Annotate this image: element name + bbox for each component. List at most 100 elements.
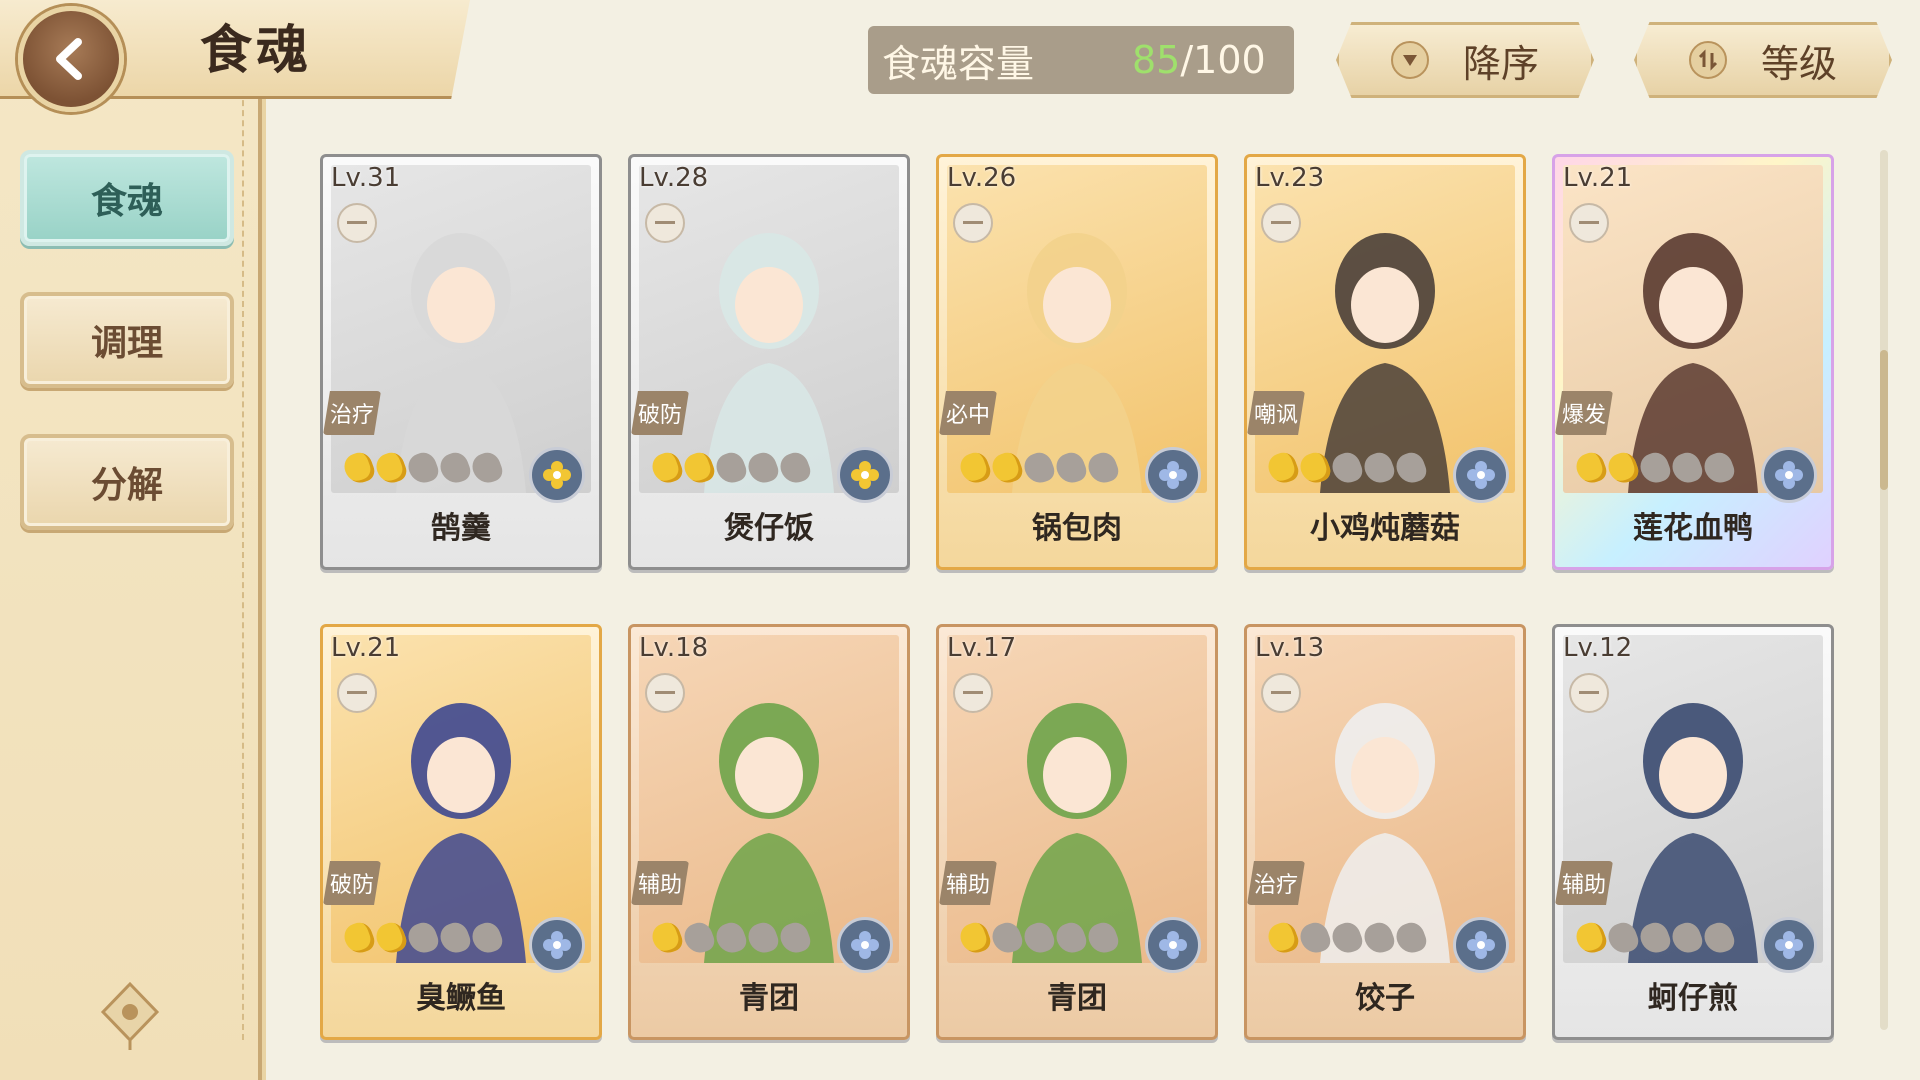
capacity-max: /100 [1180,38,1266,82]
food-soul-card[interactable]: Lv.26 必中 锅包肉 [936,154,1218,570]
character-figure [1012,703,1142,963]
food-soul-card[interactable]: Lv.21 爆发 莲花血鸭 [1552,154,1834,570]
food-soul-card[interactable]: Lv.23 嘲讽 小鸡炖蘑菇 [1244,154,1526,570]
flame-star-icon [988,449,1026,487]
character-figure [1628,703,1758,963]
character-figure [704,703,834,963]
role-badge: 辅助 [1555,861,1613,905]
flame-star-icon [1604,919,1642,957]
card-name: 蚵仔煎 [1648,981,1738,1016]
card-name: 煲仔饭 [724,511,814,546]
role-badge: 治疗 [323,391,381,435]
flame-star-icon [1360,919,1398,957]
back-arrow-icon [56,38,82,80]
flame-star-icon [340,919,378,957]
back-button[interactable] [18,6,124,112]
flame-star-icon [404,449,442,487]
sort-order-label: 降序 [1462,41,1539,86]
sidebar-item-cook[interactable]: 调理 [20,292,234,388]
food-soul-card[interactable]: Lv.28 破防 煲仔饭 [628,154,910,570]
flame-star-icon [988,919,1026,957]
star-rating [648,919,814,957]
card-level: Lv.26 [947,163,1017,193]
blue-flower-icon [837,917,893,973]
chevron-down-icon [1390,41,1429,79]
flame-star-icon [956,919,994,957]
blue-flower-icon [1453,917,1509,973]
scrollbar[interactable] [1880,150,1888,1030]
sort-by-label: 等级 [1760,41,1837,86]
sort-by-button[interactable]: 等级 [1634,22,1892,98]
blue-flower-icon [1453,447,1509,503]
lantern-ornament-icon [100,981,160,1050]
flame-star-icon [1296,919,1334,957]
star-rating [956,449,1122,487]
blue-flower-icon [1761,447,1817,503]
flame-star-icon [744,919,782,957]
sidebar-item-food-souls[interactable]: 食魂 [20,150,234,246]
flame-star-icon [1636,919,1674,957]
food-soul-card[interactable]: Lv.31 治疗 鹄羹 [320,154,602,570]
star-rating [1572,449,1738,487]
flame-star-icon [1668,449,1706,487]
flame-star-icon [1020,449,1058,487]
bowl-icon [645,673,685,713]
flame-star-icon [1636,449,1674,487]
card-level: Lv.17 [947,633,1017,663]
flame-star-icon [340,449,378,487]
food-soul-card[interactable]: Lv.18 辅助青团 [628,624,910,1040]
capacity-label: 食魂容量 [882,41,1035,86]
card-name: 青团 [1047,981,1107,1016]
flame-star-icon [1084,449,1122,487]
flame-star-icon [468,919,506,957]
card-name: 鹄羹 [431,511,491,546]
bowl-icon [645,203,685,243]
sidebar-item-decompose[interactable]: 分解 [20,434,234,530]
flame-star-icon [468,449,506,487]
flame-star-icon [1392,919,1430,957]
bowl-icon [1261,673,1301,713]
scroll-thumb[interactable] [1880,350,1888,490]
gold-flower-icon [529,447,585,503]
role-badge: 破防 [323,861,381,905]
character-figure [396,233,526,493]
sidebar-item-label: 调理 [90,322,163,364]
card-name: 小鸡炖蘑菇 [1310,511,1460,546]
food-soul-card[interactable]: Lv.17 辅助 青团 [936,624,1218,1040]
sort-order-button[interactable]: 降序 [1336,22,1594,98]
blue-flower-icon [1145,447,1201,503]
role-badge: 必中 [939,391,997,435]
role-badge: 治疗 [1247,861,1305,905]
flame-star-icon [680,919,718,957]
star-rating [1264,919,1430,957]
card-name: 臭鳜鱼 [416,981,506,1016]
flame-star-icon [1020,919,1058,957]
food-soul-card[interactable]: Lv.12 辅助 蚵仔煎 [1552,624,1834,1040]
role-badge: 辅助 [631,861,689,905]
blue-flower-icon [529,917,585,973]
flame-star-icon [1052,919,1090,957]
star-rating [340,449,506,487]
card-name: 青团 [739,981,799,1016]
flame-star-icon [956,449,994,487]
role-badge: 嘲讽 [1247,391,1305,435]
role-badge: 爆发 [1555,391,1613,435]
flame-star-icon [1700,449,1738,487]
flame-star-icon [1572,919,1610,957]
food-soul-grid: Lv.31 治疗 鹄羹 Lv.28 破防 煲仔饭 Lv.26 必中 锅包肉 Lv.23 嘲讽 小鸡炖蘑… [320,154,1840,1054]
flame-star-icon [1604,449,1642,487]
sidebar: 食魂 调理 分解 [0,0,262,1080]
card-level: Lv.18 [639,633,709,663]
character-figure [1320,703,1450,963]
star-rating [956,919,1122,957]
bowl-icon [1261,203,1301,243]
flame-star-icon [776,449,814,487]
flame-star-icon [1392,449,1430,487]
food-soul-card[interactable]: Lv.21 破防 臭鳜鱼 [320,624,602,1040]
flame-star-icon [436,919,474,957]
flame-star-icon [648,919,686,957]
card-level: Lv.13 [1255,633,1325,663]
flame-star-icon [1264,449,1302,487]
food-soul-card[interactable]: Lv.13 治疗 饺子 [1244,624,1526,1040]
swap-icon [1688,41,1727,79]
